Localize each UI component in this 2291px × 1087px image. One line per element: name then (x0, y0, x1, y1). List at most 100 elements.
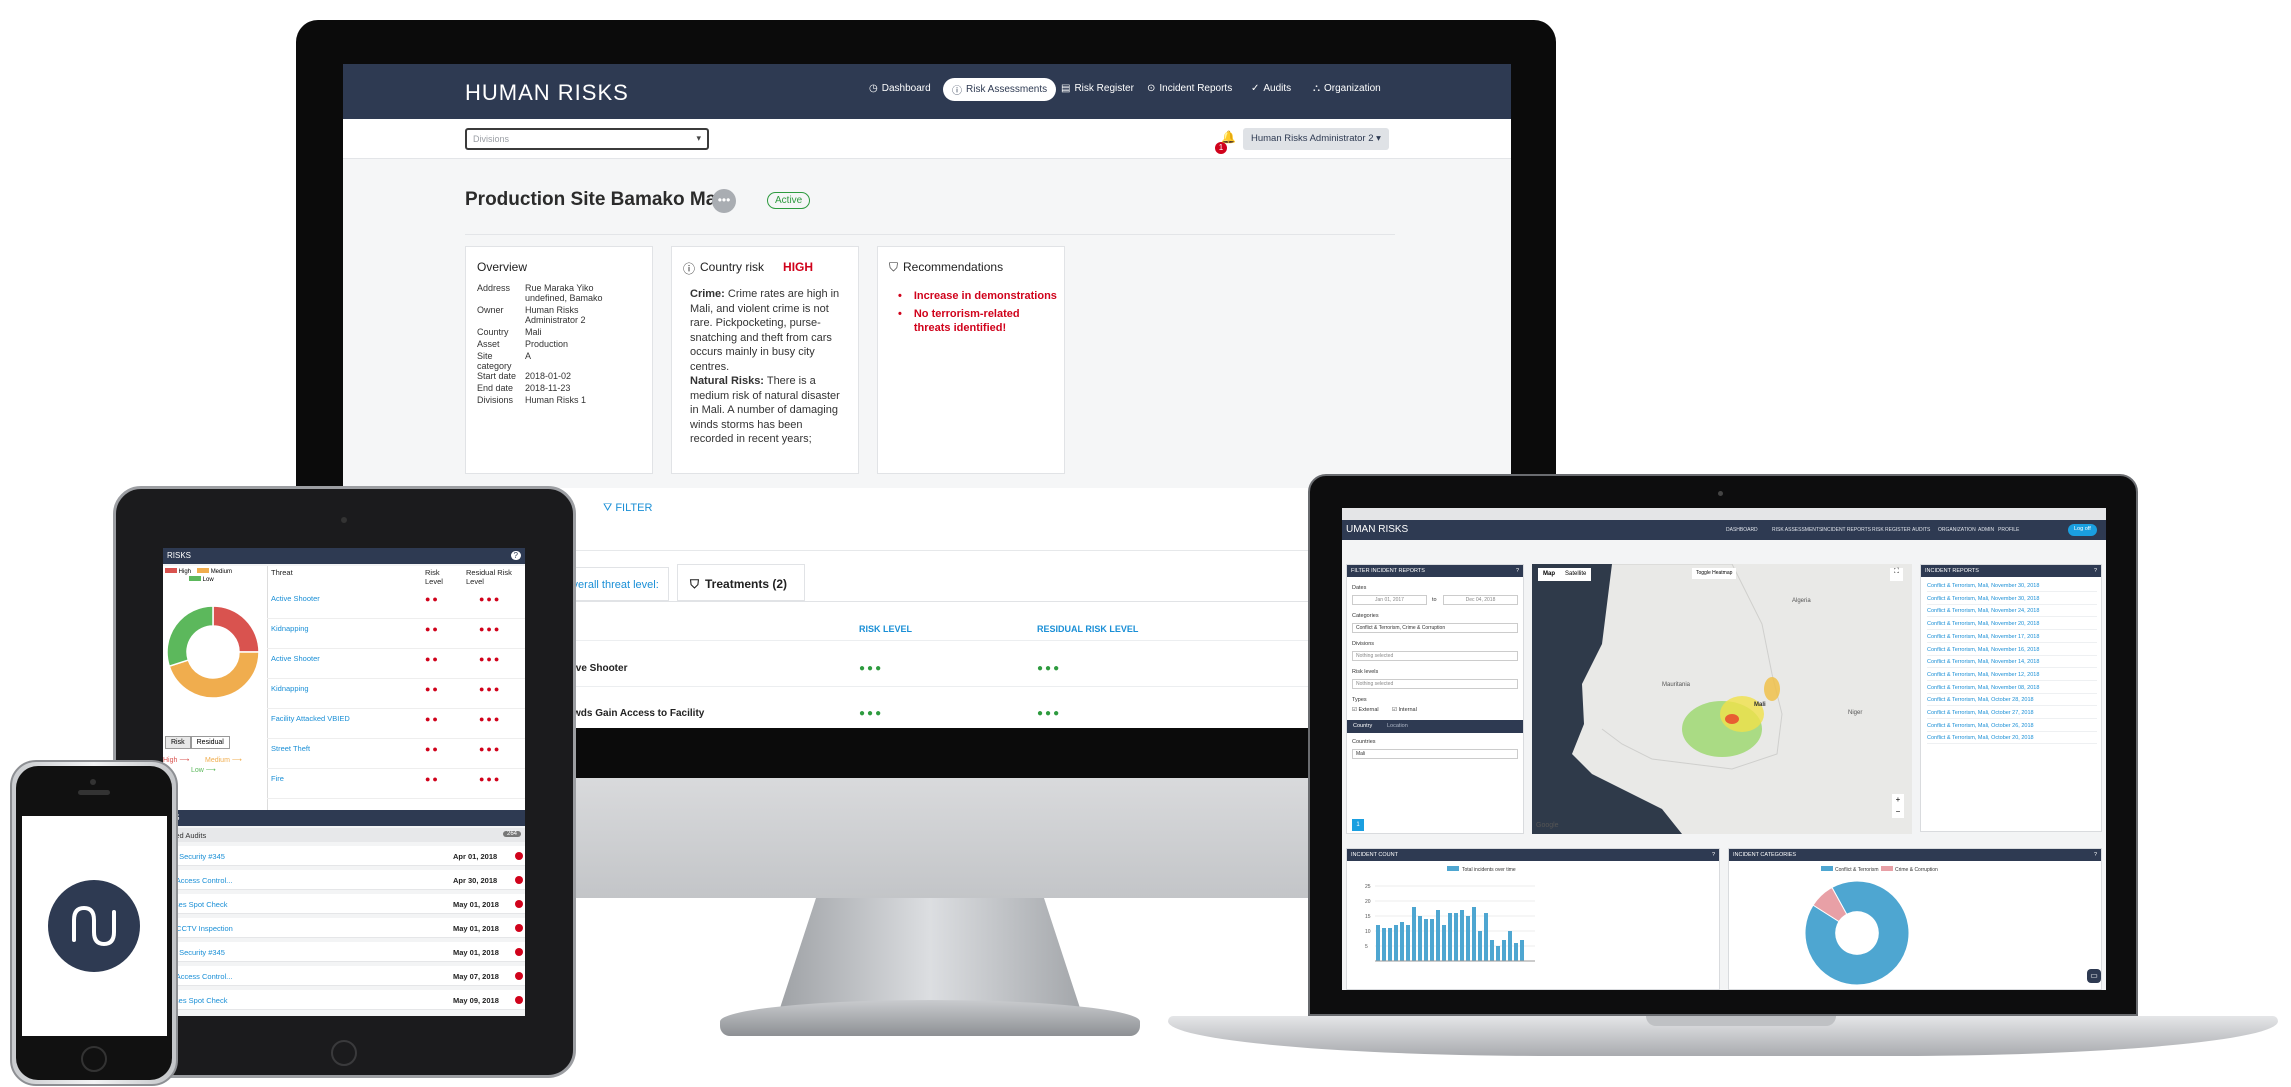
fullscreen-icon[interactable]: ⛶ (1890, 568, 1903, 581)
satellite-tab[interactable]: Satellite (1565, 571, 1586, 578)
help-icon[interactable]: ? (2094, 568, 2097, 574)
types-label: Types (1352, 697, 1367, 703)
type-internal-checkbox[interactable]: ☑ Internal (1392, 707, 1417, 713)
help-icon[interactable]: ? (2094, 852, 2097, 858)
incident-report-item[interactable]: Conflict & Terrorism, Mali, November 12,… (1927, 672, 2097, 681)
recommendations-title: Recommendations (903, 260, 1004, 274)
date-to-input[interactable]: Dec 04, 2018 (1443, 595, 1518, 605)
divisions-label: Divisions (1352, 641, 1375, 647)
incident-report-item[interactable]: Conflict & Terrorism, Mali, October 20, … (1927, 735, 2097, 745)
zoom-controls[interactable]: + − (1892, 794, 1904, 818)
nav-organization[interactable]: ⛬ Organization (1313, 83, 1381, 94)
map-tab[interactable]: Map (1543, 571, 1555, 578)
incident-report-item[interactable]: Conflict & Terrorism, Mali, November 20,… (1927, 621, 2097, 631)
help-icon[interactable]: ? (1712, 852, 1715, 858)
alert-icon (515, 924, 523, 932)
risk-toggle[interactable]: Risk (165, 736, 191, 749)
risk-assessment-icon: ⓘ (952, 86, 962, 97)
list-item[interactable]: ect Security #345 May 01, 2018 (163, 942, 525, 962)
table-row[interactable]: wds Gain Access to Facility (573, 708, 704, 719)
nav-item[interactable]: ADMIN (1978, 527, 1994, 533)
legend-low: Low ⟶ (191, 767, 216, 774)
incident-report-item[interactable]: Conflict & Terrorism, Mali, November 24,… (1927, 608, 2097, 618)
residual-toggle[interactable]: Residual (190, 736, 230, 749)
residual-risk-dots: ●●● (479, 624, 502, 634)
risk-level-dots: ●● (425, 594, 440, 604)
risk-level-dots: ●● (425, 774, 440, 784)
threat-link[interactable]: Active Shooter (271, 654, 320, 663)
table-row[interactable]: ive Shooter (573, 663, 627, 674)
phone-home-button[interactable] (81, 1046, 107, 1072)
incident-report-item[interactable]: Conflict & Terrorism, Mali, November 08,… (1927, 685, 2097, 694)
threat-link[interactable]: Fire (271, 774, 284, 783)
app-logo-icon[interactable] (48, 880, 140, 972)
list-item[interactable]: ily CCTV Inspection May 01, 2018 (163, 918, 525, 938)
threat-link[interactable]: Kidnapping (271, 624, 309, 633)
map-label-algeria: Algeria (1792, 598, 1811, 604)
incident-report-item[interactable]: Conflict & Terrorism, Mali, November 16,… (1927, 647, 2097, 656)
tab-treatments[interactable]: ⛉ Treatments (2) (677, 564, 805, 601)
countries-select[interactable]: Mali (1352, 749, 1518, 759)
incident-report-item[interactable]: Conflict & Terrorism, Mali, November 30,… (1927, 583, 2097, 592)
risk-levels-select[interactable]: Nothing selected (1352, 679, 1518, 689)
country-risk-card: ⓘ Country risk HIGH Crime: Crime rates a… (671, 246, 859, 474)
threat-link[interactable]: Facility Attacked VBIED (271, 714, 350, 723)
divisions-select[interactable]: Divisions ▾ (465, 128, 709, 150)
incident-report-item[interactable]: Conflict & Terrorism, Mali, October 27, … (1927, 710, 2097, 719)
help-icon[interactable]: ? (1516, 568, 1519, 574)
threat-link[interactable]: Street Theft (271, 744, 310, 753)
incident-report-item[interactable]: Conflict & Terrorism, Mali, November 17,… (1927, 634, 2097, 643)
tab-country[interactable]: Country (1353, 723, 1372, 729)
incident-report-item[interactable]: Conflict & Terrorism, Mali, October 28, … (1927, 697, 2097, 707)
filter-panel-header: FILTER INCIDENT REPORTS? (1347, 565, 1523, 577)
list-item[interactable]: ect Security #345 Apr 01, 2018 (163, 846, 525, 866)
tablet-home-button[interactable] (331, 1040, 357, 1066)
nav-item[interactable]: AUDITS (1912, 527, 1930, 533)
residual-risk-dots: ●●● (479, 774, 502, 784)
logout-button[interactable]: Log off (2068, 524, 2097, 536)
nav-item[interactable]: DASHBOARD (1726, 527, 1758, 533)
nav-dashboard[interactable]: ◷ Dashboard (869, 83, 931, 94)
legend-swatch (1821, 866, 1833, 871)
nav-incident-reports[interactable]: ⊙ Incident Reports (1147, 83, 1232, 94)
date-from-input[interactable]: Jan 01, 2017 (1352, 595, 1427, 605)
incident-report-item[interactable]: Conflict & Terrorism, Mali, October 26, … (1927, 723, 2097, 732)
nav-item[interactable]: RISK REGISTER (1872, 527, 1911, 533)
toggle-heatmap-button[interactable]: Toggle Heatmap (1692, 568, 1737, 579)
y-tick-label: 5 (1365, 944, 1368, 950)
help-icon[interactable]: ? (510, 551, 521, 560)
incident-report-item[interactable]: Conflict & Terrorism, Mali, November 14,… (1927, 659, 2097, 669)
categories-select[interactable]: Conflict & Terrorism, Crime & Corruption (1352, 623, 1518, 633)
legend-label: Crime & Corruption (1895, 867, 1938, 873)
nav-item[interactable]: RISK ASSESSMENTS (1772, 527, 1822, 533)
user-menu[interactable]: Human Risks Administrator 2 ▾ (1243, 128, 1389, 150)
tab-location[interactable]: Location (1387, 723, 1408, 729)
incident-map[interactable]: Map Satellite Toggle Heatmap ⛶ Algeria M… (1532, 563, 1912, 834)
app-logo[interactable]: UMAN RISKS (1346, 524, 1408, 535)
type-external-checkbox[interactable]: ☑ External (1352, 707, 1379, 713)
overview-label: Asset (477, 339, 500, 349)
list-item[interactable]: ily Access Control... May 07, 2018 (163, 966, 525, 986)
list-item[interactable]: asses Spot Check May 09, 2018 (163, 990, 525, 1010)
list-item[interactable]: ily Access Control... Apr 30, 2018 (163, 870, 525, 890)
incident-count-bar (1442, 925, 1446, 961)
nav-item[interactable]: ORGANIZATION (1938, 527, 1976, 533)
chat-icon[interactable]: ▭ (2087, 969, 2101, 983)
threat-link[interactable]: Active Shooter (271, 594, 320, 603)
incident-report-item[interactable]: Conflict & Terrorism, Mali, November 30,… (1927, 596, 2097, 605)
overview-value: Human Risks 1 (525, 395, 587, 405)
nav-risk-assessments[interactable]: ⓘ Risk Assessments (943, 78, 1057, 101)
nav-item[interactable]: PROFILE (1998, 527, 2019, 533)
incident-count-bar (1478, 931, 1482, 961)
filter-button[interactable]: ⛛ FILTER (603, 502, 652, 515)
list-item[interactable]: asses Spot Check May 01, 2018 (163, 894, 525, 914)
divisions-select[interactable]: Nothing selected (1352, 651, 1518, 661)
nav-item[interactable]: INCIDENT REPORTS (1822, 527, 1871, 533)
caret-down-icon: ▾ (1376, 133, 1381, 144)
more-options-button[interactable]: ••• (712, 189, 736, 213)
nav-audits[interactable]: ✓ Audits (1251, 83, 1291, 94)
threat-link[interactable]: Kidnapping (271, 684, 309, 693)
app-logo[interactable]: HUMAN RISKS (465, 80, 629, 106)
pagination-page[interactable]: 1 (1352, 819, 1364, 831)
nav-risk-register[interactable]: ▤ Risk Register (1061, 83, 1134, 94)
